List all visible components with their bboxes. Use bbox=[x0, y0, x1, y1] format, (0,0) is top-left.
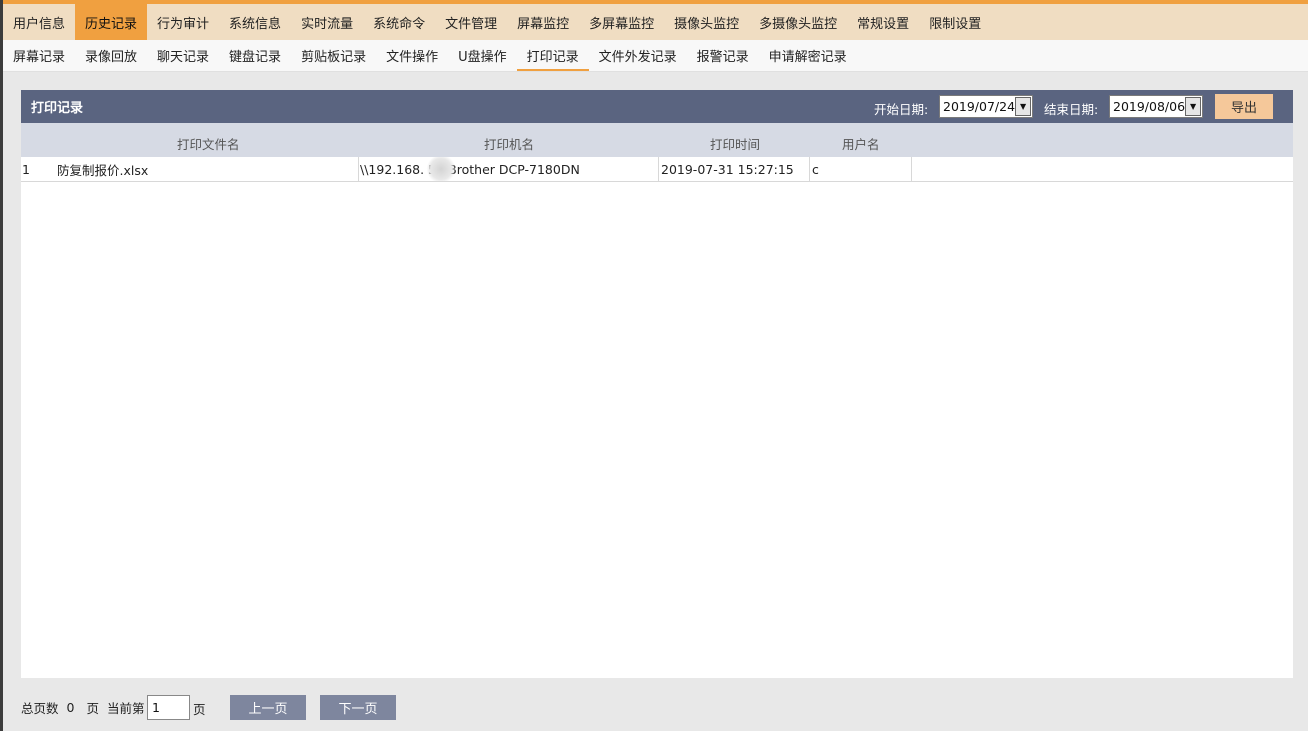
print-records-panel: 打印记录 开始日期: 2019/07/24 ▼ 结束日期: 2019/08/06… bbox=[21, 90, 1293, 678]
chevron-down-icon[interactable]: ▼ bbox=[1015, 97, 1031, 116]
main-nav-behavior-audit[interactable]: 行为审计 bbox=[147, 4, 219, 40]
start-date-select[interactable]: 2019/07/24 ▼ bbox=[939, 95, 1033, 118]
current-page-input[interactable] bbox=[147, 695, 190, 720]
window-left-edge bbox=[0, 0, 3, 731]
panel-title: 打印记录 bbox=[31, 101, 84, 116]
row-user-name: c bbox=[810, 157, 912, 181]
export-button[interactable]: 导出 bbox=[1215, 94, 1273, 119]
main-nav-realtime-traffic[interactable]: 实时流量 bbox=[291, 4, 363, 40]
column-header-user-name[interactable]: 用户名 bbox=[842, 134, 880, 153]
tab-chat-records[interactable]: 聊天记录 bbox=[147, 40, 219, 71]
main-nav-multi-screen-monitor[interactable]: 多屏幕监控 bbox=[579, 4, 664, 40]
current-page-label: 当前第 bbox=[106, 701, 145, 716]
row-print-time: 2019-07-31 15:27:15 bbox=[659, 157, 810, 181]
current-page-unit: 页 bbox=[193, 702, 206, 717]
column-header-printer-name[interactable]: 打印机名 bbox=[484, 134, 534, 153]
main-nav-history[interactable]: 历史记录 bbox=[75, 4, 148, 40]
main-nav-restriction-settings[interactable]: 限制设置 bbox=[919, 4, 991, 40]
prev-page-button[interactable]: 上一页 bbox=[230, 695, 306, 720]
end-date-select[interactable]: 2019/08/06 ▼ bbox=[1109, 95, 1203, 118]
total-pages-unit: 页 bbox=[86, 701, 99, 716]
end-date-label: 结束日期: bbox=[1044, 102, 1099, 117]
pagination-info: 总页数 0 页 当前第 bbox=[21, 695, 145, 720]
end-date-value: 2019/08/06 bbox=[1113, 99, 1186, 114]
total-pages-value: 0 bbox=[66, 700, 75, 715]
main-nav-user-info[interactable]: 用户信息 bbox=[3, 4, 75, 40]
tab-video-playback[interactable]: 录像回放 bbox=[75, 40, 147, 71]
main-nav-camera-monitor[interactable]: 摄像头监控 bbox=[664, 4, 749, 40]
tab-file-send-records[interactable]: 文件外发记录 bbox=[589, 40, 687, 71]
row-printer-name: \\192.168. 55\Brother DCP-7180DN bbox=[359, 157, 659, 181]
next-page-button[interactable]: 下一页 bbox=[320, 695, 396, 720]
column-header-file-name[interactable]: 打印文件名 bbox=[177, 134, 240, 153]
main-nav-multi-camera-monitor[interactable]: 多摄像头监控 bbox=[749, 4, 847, 40]
column-header-print-time[interactable]: 打印时间 bbox=[710, 134, 760, 153]
table-header: 打印文件名 打印机名 打印时间 用户名 bbox=[21, 123, 1293, 157]
main-nav-file-manager[interactable]: 文件管理 bbox=[435, 4, 507, 40]
panel-header: 打印记录 开始日期: 2019/07/24 ▼ 结束日期: 2019/08/06… bbox=[21, 90, 1293, 123]
total-pages-label: 总页数 bbox=[21, 701, 59, 716]
tab-clipboard-records[interactable]: 剪贴板记录 bbox=[291, 40, 376, 71]
main-nav-general-settings[interactable]: 常规设置 bbox=[847, 4, 919, 40]
chevron-down-icon[interactable]: ▼ bbox=[1185, 97, 1201, 116]
tab-screen-records[interactable]: 屏幕记录 bbox=[3, 40, 75, 71]
main-nav-system-command[interactable]: 系统命令 bbox=[363, 4, 435, 40]
main-nav: 用户信息 历史记录 行为审计 系统信息 实时流量 系统命令 文件管理 屏幕监控 … bbox=[3, 4, 1308, 40]
table-row[interactable]: 1 防复制报价.xlsx \\192.168. 55\Brother DCP-7… bbox=[21, 157, 1293, 182]
tab-keyboard-records[interactable]: 键盘记录 bbox=[219, 40, 291, 71]
tab-print-records[interactable]: 打印记录 bbox=[516, 40, 589, 71]
redaction-blur bbox=[426, 157, 456, 181]
start-date-value: 2019/07/24 bbox=[943, 99, 1016, 114]
row-file-name: 防复制报价.xlsx bbox=[57, 157, 359, 181]
main-nav-screen-monitor[interactable]: 屏幕监控 bbox=[507, 4, 579, 40]
tab-file-operations[interactable]: 文件操作 bbox=[376, 40, 448, 71]
main-nav-system-info[interactable]: 系统信息 bbox=[219, 4, 291, 40]
row-index: 1 bbox=[22, 161, 30, 177]
tab-usb-operations[interactable]: U盘操作 bbox=[448, 40, 517, 71]
sub-nav: 屏幕记录 录像回放 聊天记录 键盘记录 剪贴板记录 文件操作 U盘操作 打印记录… bbox=[3, 40, 1308, 72]
tab-decrypt-request-records[interactable]: 申请解密记录 bbox=[759, 40, 857, 71]
start-date-label: 开始日期: bbox=[874, 102, 929, 117]
tab-alarm-records[interactable]: 报警记录 bbox=[687, 40, 759, 71]
